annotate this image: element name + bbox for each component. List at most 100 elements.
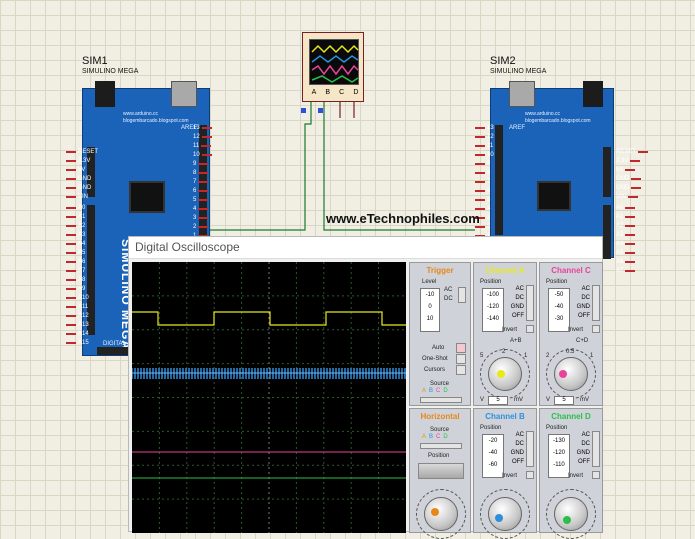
channel-b-mode-switch[interactable] bbox=[526, 431, 534, 467]
sim1-analog-pin[interactable]: A8 bbox=[66, 276, 89, 283]
cha-tick-3: 1 bbox=[524, 353, 528, 359]
sim2-analog-pin[interactable]: A0 bbox=[616, 204, 636, 211]
channel-d-position-display[interactable]: -130 -120 -110 bbox=[548, 434, 570, 478]
sim1-power-pin[interactable]: RESET bbox=[66, 148, 98, 155]
sim1-digital-pin[interactable]: 4 bbox=[193, 205, 212, 212]
sim1-analog-pin[interactable]: A1 bbox=[66, 213, 89, 220]
sim1-analog-pin[interactable]: A5 bbox=[66, 249, 89, 256]
sim1-analog-pin[interactable]: A7 bbox=[66, 267, 89, 274]
sim2-digital-pin[interactable]: 6 bbox=[475, 187, 494, 194]
channel-a-knob[interactable] bbox=[488, 357, 522, 391]
source-slider[interactable] bbox=[420, 397, 462, 403]
hsource-a[interactable]: A bbox=[422, 434, 426, 440]
sim2-digital-pin[interactable]: 13 bbox=[475, 124, 494, 131]
oscilloscope-window[interactable]: Digital Oscilloscope Trigger Level -10 0… bbox=[128, 236, 603, 539]
channel-b-knob[interactable] bbox=[488, 497, 522, 531]
channel-a-position-display[interactable]: -100 -120 -140 bbox=[482, 288, 504, 332]
channel-c-invert-button[interactable] bbox=[592, 325, 600, 333]
horizontal-source-options[interactable]: A B C D bbox=[422, 434, 448, 440]
sim1-digital-pin[interactable]: 8 bbox=[193, 169, 212, 176]
sim1-digital-pin[interactable]: 13 bbox=[193, 124, 212, 131]
sim1-analog-pin[interactable]: A10 bbox=[66, 294, 89, 301]
channel-c-position-display[interactable]: -50 -40 -30 bbox=[548, 288, 570, 332]
sim1-digital-pin[interactable]: 9 bbox=[193, 160, 212, 167]
channel-b-position-display[interactable]: -20 -40 -60 bbox=[482, 434, 504, 478]
sim1-analog-pin[interactable]: A4 bbox=[66, 240, 89, 247]
sim1-digital-pin[interactable]: 2 bbox=[193, 223, 212, 230]
channel-d-invert-button[interactable] bbox=[592, 471, 600, 479]
horizontal-position-slider[interactable] bbox=[418, 463, 464, 479]
sim2-power-pin[interactable]: GND bbox=[616, 184, 648, 191]
sim2-digital-pin[interactable]: 12 bbox=[475, 133, 494, 140]
source-b[interactable]: B bbox=[429, 388, 433, 394]
sim2-digital-pin[interactable]: 8 bbox=[475, 169, 494, 176]
sim1-analog-pin[interactable]: A11 bbox=[66, 303, 89, 310]
sim1-power-pin[interactable]: VIN bbox=[66, 193, 98, 200]
sim1-digital-pin[interactable]: 12 bbox=[193, 133, 212, 140]
sim2-analog-pin[interactable]: A1 bbox=[616, 213, 636, 220]
sim1-power-pin[interactable]: GND bbox=[66, 175, 98, 182]
sim2-analog-pin[interactable]: A6 bbox=[616, 258, 636, 265]
sim1-analog-pin[interactable]: A3 bbox=[66, 231, 89, 238]
channel-d-mode-switch[interactable] bbox=[592, 431, 600, 467]
sim2-board[interactable]: www.arduino.cc blogembarcado.blogspot.co… bbox=[490, 81, 614, 259]
sim1-digital-pin[interactable]: 7 bbox=[193, 178, 212, 185]
sim1-analog-pin[interactable]: A6 bbox=[66, 258, 89, 265]
channel-a-invert-button[interactable] bbox=[526, 325, 534, 333]
hsource-d[interactable]: D bbox=[443, 434, 447, 440]
auto-button[interactable] bbox=[456, 343, 466, 353]
pin-stub bbox=[630, 159, 641, 162]
source-a[interactable]: A bbox=[422, 388, 426, 394]
sim1-power-pin[interactable]: 3.3V bbox=[66, 157, 98, 164]
horizontal-knob[interactable] bbox=[424, 497, 458, 531]
sim2-digital-pin[interactable]: 11 bbox=[475, 142, 494, 149]
source-options[interactable]: A B C D bbox=[422, 388, 448, 394]
sim2-analog-pin[interactable]: A5 bbox=[616, 249, 636, 256]
sim2-digital-pin[interactable]: 7 bbox=[475, 178, 494, 185]
channel-a-mode-switch[interactable] bbox=[526, 285, 534, 321]
oneshot-button[interactable] bbox=[456, 354, 466, 364]
channel-c-knob[interactable] bbox=[554, 357, 588, 391]
oscilloscope-component[interactable]: A B C D bbox=[302, 32, 364, 102]
sim1-digital-pin[interactable]: 5 bbox=[193, 196, 212, 203]
horizontal-source-slider[interactable] bbox=[420, 443, 462, 449]
channel-b-invert-button[interactable] bbox=[526, 471, 534, 479]
sim2-digital-pin[interactable]: 9 bbox=[475, 160, 494, 167]
sim2-analog-pin[interactable]: A7 bbox=[616, 267, 636, 274]
sim1-analog-pin[interactable]: A0 bbox=[66, 204, 89, 211]
sim2-power-pin[interactable]: GND bbox=[616, 175, 648, 182]
sim2-analog-pin[interactable]: A2 bbox=[616, 222, 636, 229]
sim2-analog-pin[interactable]: A3 bbox=[616, 231, 636, 238]
sim1-analog-pin[interactable]: A14 bbox=[66, 330, 89, 337]
sim1-digital-pin[interactable]: 6 bbox=[193, 187, 212, 194]
channel-a-readout[interactable]: 5 bbox=[488, 396, 508, 405]
hsource-b[interactable]: B bbox=[429, 434, 433, 440]
sim1-digital-pin[interactable]: 11 bbox=[193, 142, 212, 149]
sim1-analog-pin[interactable]: A9 bbox=[66, 285, 89, 292]
scope-screen[interactable] bbox=[132, 262, 406, 533]
sim2-analog-pin[interactable]: A4 bbox=[616, 240, 636, 247]
sim2-power-pin[interactable]: 5V bbox=[616, 166, 648, 173]
channel-c-mode-switch[interactable] bbox=[592, 285, 600, 321]
sim1-digital-pin[interactable]: 10 bbox=[193, 151, 212, 158]
sim1-analog-pin[interactable]: A2 bbox=[66, 222, 89, 229]
ac-dc-switch[interactable] bbox=[458, 287, 466, 303]
sim1-analog-pin[interactable]: A15 bbox=[66, 339, 89, 346]
sim1-digital-pin[interactable]: 3 bbox=[193, 214, 212, 221]
source-d[interactable]: D bbox=[443, 388, 447, 394]
sim2-power-pin[interactable]: 3.3V bbox=[616, 157, 648, 164]
sim2-power-pin[interactable]: RESET bbox=[616, 148, 649, 155]
sim1-analog-pin[interactable]: A13 bbox=[66, 321, 89, 328]
hsource-c[interactable]: C bbox=[436, 434, 440, 440]
cursors-button[interactable] bbox=[456, 365, 466, 375]
sim2-digital-pin[interactable]: 10 bbox=[475, 151, 494, 158]
source-c[interactable]: C bbox=[436, 388, 440, 394]
sim2-power-pin[interactable]: VIN bbox=[616, 193, 648, 200]
level-display[interactable]: -10 0 10 bbox=[420, 288, 440, 332]
channel-c-readout[interactable]: 5 bbox=[554, 396, 574, 405]
sim1-analog-pin[interactable]: A12 bbox=[66, 312, 89, 319]
sim1-power-pin[interactable]: 5V bbox=[66, 166, 98, 173]
channel-d-knob[interactable] bbox=[554, 497, 588, 531]
sim2-digital-pin[interactable]: 5 bbox=[475, 196, 494, 203]
sim1-power-pin[interactable]: GND bbox=[66, 184, 98, 191]
